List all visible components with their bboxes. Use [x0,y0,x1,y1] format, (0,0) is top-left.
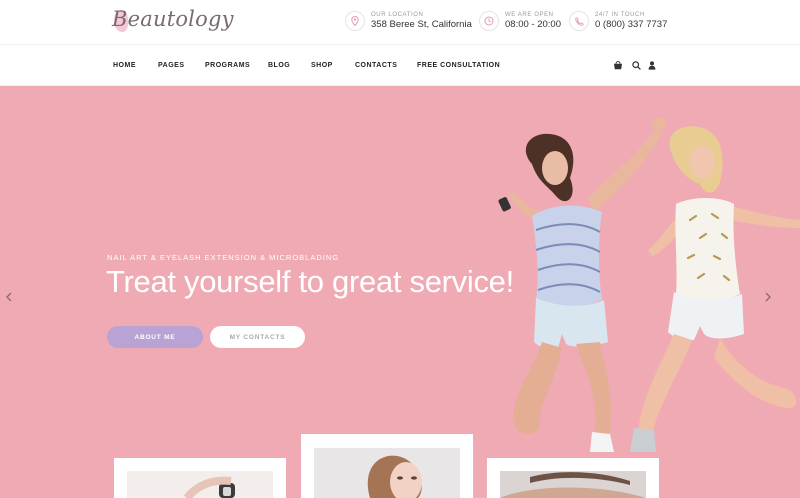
map-pin-icon [345,11,365,31]
user-icon[interactable] [646,59,658,71]
contact-caption: 24/7 IN TOUCH [595,12,645,18]
nav-item-pages[interactable]: PAGES [158,62,185,69]
woman-1-top [532,205,602,307]
preview-card-portrait[interactable] [301,434,473,498]
woman-2-leg-right [714,338,797,408]
search-icon[interactable] [630,59,642,71]
slider-prev-arrow-icon[interactable] [4,290,14,304]
woman-2-face [689,145,715,179]
hero-photo [498,117,800,452]
hours-value: 08:00 - 20:00 [505,19,561,30]
my-contacts-button[interactable]: MY CONTACTS [210,326,305,348]
preview-card-lashes[interactable] [487,458,659,498]
hours-caption: WE ARE OPEN [505,12,554,18]
nav-item-contacts[interactable]: CONTACTS [355,62,397,69]
woman-1-arm-raised [588,128,662,212]
contact-value[interactable]: 0 (800) 337 7737 [595,19,667,30]
location-info: OUR LOCATION 358 Beree St, California [345,11,472,35]
woman-2-shoe [630,428,656,452]
nav-item-free-consultation[interactable]: FREE CONSULTATION [417,62,500,69]
location-value: 358 Beree St, California [371,19,472,30]
brand-logo[interactable]: Beautology [112,7,234,31]
hours-info: WE ARE OPEN 08:00 - 20:00 [479,11,564,35]
nav-item-blog[interactable]: BLOG [268,62,290,69]
slider-next-arrow-icon[interactable] [763,290,773,304]
nav-item-shop[interactable]: SHOP [311,62,333,69]
woman-1-face [542,151,568,185]
phone-in-hand [498,197,511,212]
woman-2-arm-right [730,206,800,228]
woman-2-top [675,198,740,302]
hero-slider: NAIL ART & EYELASH EXTENSION & MICROBLAD… [0,86,800,498]
clock-icon [479,11,499,31]
preview-card-portrait-image [314,448,460,498]
nav-item-programs[interactable]: PROGRAMS [205,62,250,69]
preview-card-nails-image [127,471,273,498]
location-caption: OUR LOCATION [371,12,424,18]
top-bar: Beautology OUR LOCATION 358 Beree St, Ca… [0,0,800,44]
woman-1-hand [652,117,666,131]
nav-item-home[interactable]: HOME [113,62,136,69]
cart-icon[interactable] [612,59,624,71]
hero-subtitle: NAIL ART & EYELASH EXTENSION & MICROBLAD… [107,253,340,262]
contact-info: 24/7 IN TOUCH 0 (800) 337 7737 [569,11,669,35]
about-me-button[interactable]: ABOUT ME [107,326,203,348]
woman-1-leg-right [576,342,611,438]
woman-1-shoe [590,432,614,452]
main-navigation: HOME PAGES PROGRAMS BLOG SHOP CONTACTS F… [0,44,800,86]
woman-2-leg-left [638,334,692,434]
preview-card-nails[interactable] [114,458,286,498]
preview-card-lashes-image [500,471,646,498]
hero-title: Treat yourself to great service! [106,264,514,299]
phone-icon [569,11,589,31]
woman-1-leg-left [513,342,562,434]
